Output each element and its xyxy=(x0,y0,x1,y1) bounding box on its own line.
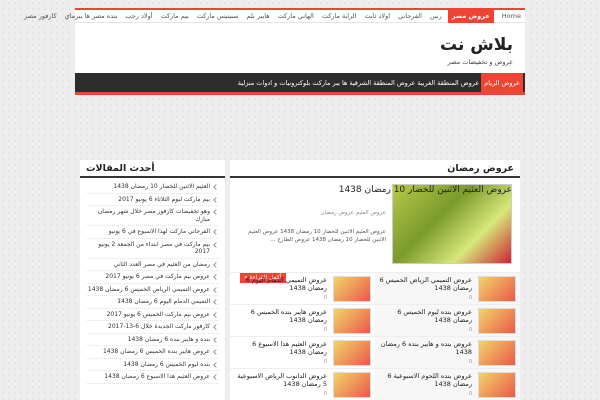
post-meta: 0 xyxy=(468,295,472,301)
post-thumbnail[interactable] xyxy=(333,276,371,302)
top-navigation: Home عروض مصر رنين الفرجاني اولاد ثابت ا… xyxy=(24,8,525,23)
main-content: عروض رمضان عروض العثيم الاثنين للخضار 10… xyxy=(230,160,520,400)
menu-item[interactable]: عروض المنطقة الغربية xyxy=(417,79,479,87)
post-item[interactable]: عروض بنده اللحوم الاسبوعية 6 رمضان 1438 … xyxy=(375,368,520,400)
latest-list: العثيم الاثنين للخضار 10 رمضان 1438 بيم … xyxy=(80,178,225,387)
post-meta: 0 xyxy=(323,359,327,365)
topbar-link[interactable]: بيم ماركت xyxy=(161,12,189,20)
latest-item[interactable]: بيم ماركت في مصر ابتداء من الجمعة 2 يوني… xyxy=(86,239,219,259)
post-thumbnail[interactable] xyxy=(478,340,516,366)
post-title[interactable]: عروض هايبر بنده الخميس 6 رمضان 1438 xyxy=(234,308,327,324)
section-title: عروض رمضان xyxy=(447,162,514,174)
post-meta: 0 xyxy=(323,295,327,301)
post-title[interactable]: عروض بنده ليوم الخميس 6 رمضان 1438 xyxy=(379,308,472,324)
post-meta: 0 xyxy=(323,327,327,333)
post-meta: 0 xyxy=(323,391,327,397)
site-header: بلاش نت عروض و تخفيضات مصر xyxy=(75,23,525,73)
section-header: عروض رمضان xyxy=(230,160,520,178)
post-thumbnail[interactable] xyxy=(478,276,516,302)
latest-item[interactable]: الفرجاني ماركت لهذا الاسبوع في 6 يونيو xyxy=(86,226,219,239)
post-title[interactable]: عروض الدانوب الرياض الاسبوعية 5 رمضان 14… xyxy=(234,372,327,388)
topbar-link[interactable]: الراية ماركت xyxy=(322,12,357,20)
latest-item[interactable]: عروض بيم ماركت في مصر 6 يونيو 2017 xyxy=(86,271,219,284)
topbar-link[interactable]: الهاني ماركت xyxy=(278,12,314,20)
post-item[interactable]: عروض العثيم هذا الاسبوع 6 رمضان 1438 0 xyxy=(230,336,375,368)
featured-title[interactable]: عروض العثيم الاثنين للخضار 10 رمضان 1438 xyxy=(242,184,512,196)
post-meta: 0 xyxy=(468,391,472,397)
post-item[interactable]: عروض بنده ليوم الخميس 6 رمضان 1438 0 xyxy=(375,304,520,336)
sidebar-header: أحدث المقالات xyxy=(80,160,225,178)
featured-excerpt: عروض العثيم الاثنين للخضار 10 رمضان 1438… xyxy=(248,229,386,243)
menu-item[interactable]: عروض الريام xyxy=(481,72,523,93)
topbar-link[interactable]: الفرجاني xyxy=(398,12,422,20)
topbar-link[interactable]: رنين xyxy=(430,12,442,20)
post-title[interactable]: عروض التميمي الرياض الخميس 6 رمضان 1438 xyxy=(379,276,472,292)
post-thumbnail[interactable] xyxy=(333,308,371,334)
post-title[interactable]: عروض بنده و هايبر بنده 6 رمضان 1438 xyxy=(379,340,472,356)
latest-item[interactable]: وهو تخفيضات كارفور مصر خلال شهر رمضان مب… xyxy=(86,206,219,226)
latest-item[interactable]: بنده و هايبر بنده 6 رمضان 1438 xyxy=(86,334,219,346)
post-item[interactable]: عروض الدانوب الرياض الاسبوعية 5 رمضان 14… xyxy=(230,368,375,400)
topbar-link[interactable]: هايبر بلم xyxy=(247,12,270,20)
topbar-link[interactable]: كارفور مصر xyxy=(24,12,57,20)
post-item[interactable]: عروض بنده و هايبر بنده 6 رمضان 1438 0 xyxy=(375,336,520,368)
latest-item[interactable]: بنده ليوم الخميس 6 رمضان 1438 xyxy=(86,359,219,371)
post-title[interactable]: عروض بنده اللحوم الاسبوعية 6 رمضان 1438 xyxy=(379,372,472,388)
posts-grid: عروض التميمي الرياض الخميس 6 رمضان 1438 … xyxy=(230,272,520,400)
post-title[interactable]: عروض العثيم هذا الاسبوع 6 رمضان 1438 xyxy=(234,340,327,356)
post-item[interactable]: عروض التميمي الرياض الخميس 6 رمضان 1438 … xyxy=(375,272,520,304)
topbar-link[interactable]: بنده مصر ها يبرماي xyxy=(65,12,118,20)
topbar-link[interactable]: أولاد رجب xyxy=(125,12,152,20)
topbar-link-active[interactable]: عروض مصر xyxy=(447,9,494,23)
site-logo[interactable]: بلاش نت عروض و تخفيضات مصر xyxy=(440,35,513,66)
latest-item[interactable]: عروض التميمي الرياض الخميس 6 رمضان 1438 xyxy=(86,284,219,296)
topbar-link[interactable]: سبينيس ماركت xyxy=(197,12,239,20)
post-thumbnail[interactable] xyxy=(333,372,371,398)
topbar-link[interactable]: Home xyxy=(502,12,521,20)
featured-image[interactable] xyxy=(392,184,512,264)
latest-item[interactable]: عروض بيم ماركت الخميس 6 يونيو 2017 xyxy=(86,309,219,321)
menu-item[interactable]: عروض المنطقة الشرقية xyxy=(349,79,415,87)
post-meta: 0 xyxy=(468,359,472,365)
main-menu: عروض الريام عروض المنطقة الغربية عروض ال… xyxy=(75,72,525,95)
post-thumbnail[interactable] xyxy=(333,340,371,366)
post-thumbnail[interactable] xyxy=(478,372,516,398)
latest-item[interactable]: عروض هايبر بنده الخميس 6 رمضان 1438 xyxy=(86,346,219,359)
post-meta: 0 xyxy=(468,327,472,333)
site-subtitle: عروض و تخفيضات مصر xyxy=(447,58,514,66)
sidebar-latest: أحدث المقالات العثيم الاثنين للخضار 10 ر… xyxy=(80,160,225,400)
latest-item[interactable]: العثيم الاثنين للخضار 10 رمضان 1438 xyxy=(86,181,219,194)
topbar-link[interactable]: اولاد ثابت xyxy=(364,12,390,20)
post-thumbnail[interactable] xyxy=(478,308,516,334)
featured-post: عروض العثيم الاثنين للخضار 10 رمضان 1438… xyxy=(240,184,512,284)
latest-item[interactable]: بيم ماركت ليوم الثلاثاء 6 يونيو 2017 xyxy=(86,194,219,206)
latest-item[interactable]: رمضان من العثيم في مصر العدد الثاني xyxy=(86,259,219,271)
site-title[interactable]: بلاش نت xyxy=(440,35,513,55)
featured-meta: عروض العثيم عروض رمضان xyxy=(320,210,386,216)
latest-item[interactable]: عروض العثيم هذا الاسبوع 6 رمضان 1438 xyxy=(86,371,219,384)
sidebar-title: أحدث المقالات xyxy=(86,162,155,174)
post-item[interactable]: عروض هايبر بنده الخميس 6 رمضان 1438 0 xyxy=(230,304,375,336)
latest-item[interactable]: التميمي الدمام اليوم 6 رمضان 1438 xyxy=(86,296,219,309)
post-item[interactable]: عروض التميمي الدمام اليوم 6 رمضان 1438 0 xyxy=(230,272,375,304)
post-title[interactable]: عروض التميمي الدمام اليوم 6 رمضان 1438 xyxy=(234,276,327,292)
latest-item[interactable]: كارفور ماركت الجديدة خلال 6-13-2017 xyxy=(86,321,219,334)
menu-item[interactable]: ها يبر ماركت بلوكترونيات و ادوات منزلية xyxy=(238,79,348,87)
